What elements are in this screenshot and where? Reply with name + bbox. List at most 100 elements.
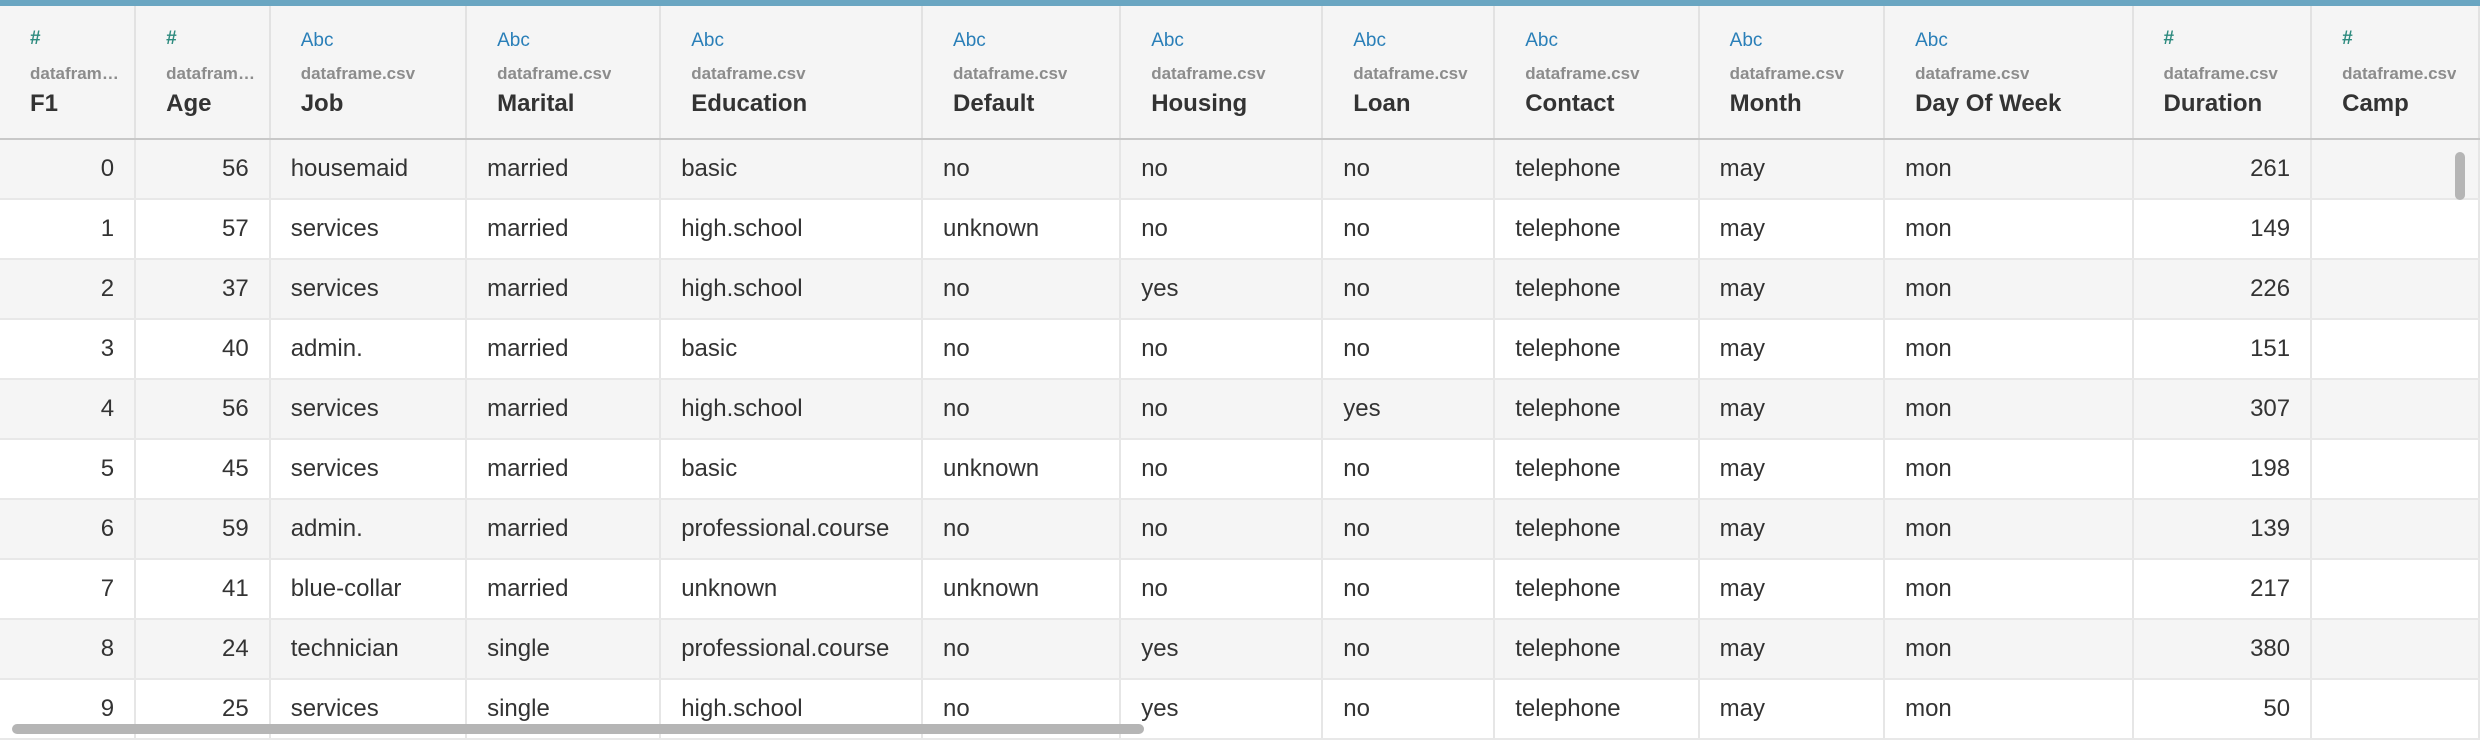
cell-age[interactable]: 59: [135, 499, 271, 560]
cell-job[interactable]: services: [269, 199, 468, 260]
cell-f1[interactable]: 7: [0, 559, 137, 620]
table-row[interactable]: 5 45 services married basic unknown no no teleph…: [0, 439, 2480, 500]
cell-housing[interactable]: no: [1120, 199, 1324, 260]
string-type-icon[interactable]: Abc: [1915, 30, 1948, 52]
cell-job[interactable]: services: [269, 259, 468, 320]
cell-age[interactable]: 45: [135, 439, 271, 500]
cell-default[interactable]: no: [922, 619, 1122, 680]
cell-job[interactable]: technician: [269, 619, 468, 680]
cell-marital[interactable]: married: [466, 199, 662, 260]
cell-education[interactable]: high.school: [660, 199, 924, 260]
string-type-icon[interactable]: Abc: [953, 30, 986, 52]
cell-camp[interactable]: [2311, 319, 2480, 380]
cell-education[interactable]: professional.course: [660, 619, 924, 680]
cell-contact[interactable]: telephone: [1494, 199, 1700, 260]
table-row[interactable]: 1 57 services married high.school unknown no no…: [0, 199, 2480, 260]
cell-default[interactable]: unknown: [922, 199, 1122, 260]
cell-month[interactable]: may: [1698, 679, 1886, 740]
cell-month[interactable]: may: [1698, 259, 1886, 320]
string-type-icon[interactable]: Abc: [691, 30, 724, 52]
cell-loan[interactable]: no: [1322, 139, 1496, 200]
cell-f1[interactable]: 8: [0, 619, 137, 680]
cell-housing[interactable]: yes: [1120, 679, 1324, 740]
table-row[interactable]: 4 56 services married high.school no no yes tele…: [0, 379, 2480, 440]
cell-duration[interactable]: 217: [2132, 559, 2313, 620]
cell-job[interactable]: admin.: [269, 499, 468, 560]
cell-loan[interactable]: no: [1322, 679, 1496, 740]
cell-duration[interactable]: 149: [2132, 199, 2313, 260]
cell-education[interactable]: basic: [660, 319, 924, 380]
cell-contact[interactable]: telephone: [1494, 319, 1700, 380]
column-header-camp[interactable]: # dataframe.csv Camp: [2311, 0, 2480, 140]
column-header-age[interactable]: # dataframe.... Age: [135, 0, 271, 140]
cell-f1[interactable]: 0: [0, 139, 137, 200]
cell-loan[interactable]: no: [1322, 319, 1496, 380]
cell-day-of-week[interactable]: mon: [1884, 319, 2134, 380]
cell-f1[interactable]: 2: [0, 259, 137, 320]
cell-duration[interactable]: 50: [2132, 679, 2313, 740]
cell-month[interactable]: may: [1698, 319, 1886, 380]
cell-housing[interactable]: yes: [1120, 619, 1324, 680]
cell-day-of-week[interactable]: mon: [1884, 439, 2134, 500]
cell-duration[interactable]: 139: [2132, 499, 2313, 560]
table-row[interactable]: 2 37 services married high.school no yes no tele…: [0, 259, 2480, 320]
cell-marital[interactable]: married: [466, 499, 662, 560]
number-type-icon[interactable]: #: [166, 28, 177, 50]
horizontal-scrollbar[interactable]: [12, 724, 1144, 734]
string-type-icon[interactable]: Abc: [1353, 30, 1386, 52]
string-type-icon[interactable]: Abc: [497, 30, 530, 52]
cell-contact[interactable]: telephone: [1494, 499, 1700, 560]
cell-duration[interactable]: 226: [2132, 259, 2313, 320]
cell-loan[interactable]: no: [1322, 259, 1496, 320]
cell-duration[interactable]: 198: [2132, 439, 2313, 500]
cell-housing[interactable]: no: [1120, 139, 1324, 200]
cell-day-of-week[interactable]: mon: [1884, 199, 2134, 260]
cell-f1[interactable]: 5: [0, 439, 137, 500]
cell-duration[interactable]: 307: [2132, 379, 2313, 440]
cell-day-of-week[interactable]: mon: [1884, 139, 2134, 200]
cell-duration[interactable]: 151: [2132, 319, 2313, 380]
cell-education[interactable]: basic: [660, 439, 924, 500]
cell-camp[interactable]: [2311, 199, 2480, 260]
column-header-contact[interactable]: Abc dataframe.csv Contact: [1494, 0, 1700, 140]
column-header-duration[interactable]: # dataframe.csv Duration: [2132, 0, 2313, 140]
cell-marital[interactable]: married: [466, 439, 662, 500]
cell-job[interactable]: services: [269, 439, 468, 500]
cell-month[interactable]: may: [1698, 139, 1886, 200]
cell-day-of-week[interactable]: mon: [1884, 559, 2134, 620]
cell-loan[interactable]: no: [1322, 559, 1496, 620]
cell-education[interactable]: high.school: [660, 259, 924, 320]
cell-default[interactable]: unknown: [922, 439, 1122, 500]
column-header-job[interactable]: Abc dataframe.csv Job: [269, 0, 468, 140]
string-type-icon[interactable]: Abc: [301, 30, 334, 52]
cell-f1[interactable]: 6: [0, 499, 137, 560]
cell-housing[interactable]: no: [1120, 379, 1324, 440]
cell-marital[interactable]: married: [466, 379, 662, 440]
cell-loan[interactable]: no: [1322, 439, 1496, 500]
cell-default[interactable]: no: [922, 499, 1122, 560]
table-row[interactable]: 3 40 admin. married basic no no no telephone may m…: [0, 319, 2480, 380]
cell-f1[interactable]: 3: [0, 319, 137, 380]
cell-education[interactable]: professional.course: [660, 499, 924, 560]
cell-housing[interactable]: no: [1120, 499, 1324, 560]
cell-loan[interactable]: no: [1322, 499, 1496, 560]
cell-marital[interactable]: married: [466, 319, 662, 380]
cell-default[interactable]: no: [922, 379, 1122, 440]
cell-marital[interactable]: married: [466, 559, 662, 620]
number-type-icon[interactable]: #: [2342, 28, 2353, 50]
cell-loan[interactable]: no: [1322, 619, 1496, 680]
column-header-marital[interactable]: Abc dataframe.csv Marital: [466, 0, 662, 140]
cell-camp[interactable]: [2311, 139, 2480, 200]
cell-month[interactable]: may: [1698, 199, 1886, 260]
cell-age[interactable]: 56: [135, 139, 271, 200]
cell-contact[interactable]: telephone: [1494, 559, 1700, 620]
number-type-icon[interactable]: #: [30, 28, 41, 50]
cell-marital[interactable]: married: [466, 259, 662, 320]
cell-age[interactable]: 24: [135, 619, 271, 680]
cell-contact[interactable]: telephone: [1494, 439, 1700, 500]
string-type-icon[interactable]: Abc: [1151, 30, 1184, 52]
cell-housing[interactable]: no: [1120, 559, 1324, 620]
cell-loan[interactable]: no: [1322, 199, 1496, 260]
cell-age[interactable]: 56: [135, 379, 271, 440]
cell-default[interactable]: no: [922, 319, 1122, 380]
